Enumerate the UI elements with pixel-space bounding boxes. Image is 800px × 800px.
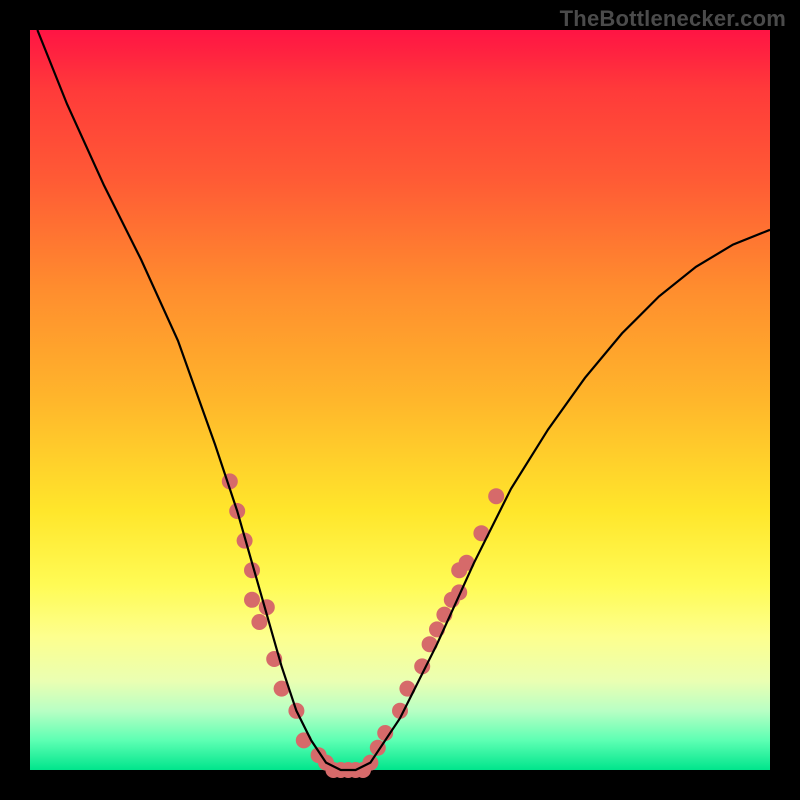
chart-marker-dot [244, 592, 260, 608]
watermark-text: TheBottlenecker.com [560, 6, 786, 32]
chart-markers [222, 473, 504, 778]
chart-curve [37, 30, 770, 770]
chart-frame: TheBottlenecker.com [0, 0, 800, 800]
chart-marker-dot [488, 488, 504, 504]
chart-marker-dot [251, 614, 267, 630]
chart-svg [30, 30, 770, 770]
